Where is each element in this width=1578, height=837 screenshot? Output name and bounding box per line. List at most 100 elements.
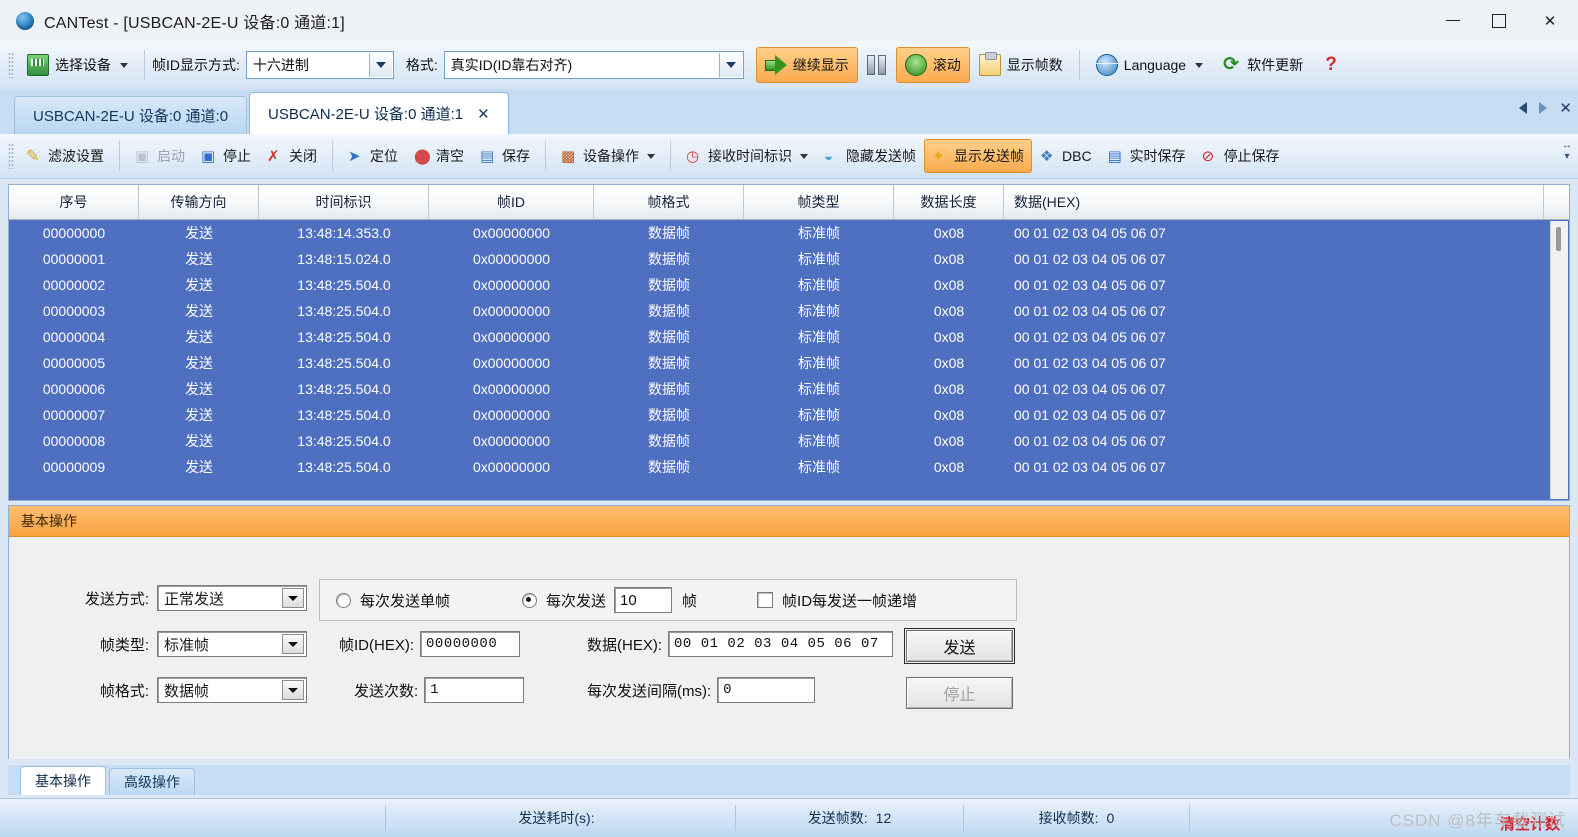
send-mode-dropdown-button[interactable] [282, 588, 304, 608]
frame-type-dropdown-button[interactable] [282, 634, 304, 654]
device-tab-0[interactable]: USBCAN-2E-U 设备:0 通道:0 [14, 96, 248, 134]
language-button[interactable]: Language [1087, 47, 1212, 83]
stop-label: 停止 [223, 148, 251, 164]
stop-send-button[interactable]: 停止 [906, 677, 1013, 709]
send-count-label: 发送次数: [354, 682, 419, 700]
close-button[interactable]: ✕ [1522, 0, 1578, 41]
table-row[interactable]: 00000004 发送 13:48:25.504.0 0x00000000 数据帧 标准帧… [9, 324, 1569, 350]
frame-id-input[interactable]: 00000000 [420, 631, 521, 657]
toolbar-overflow-button[interactable]: ↔ ▾ [1560, 140, 1574, 172]
grid-header-type[interactable]: 帧类型 [744, 185, 894, 219]
channel-toolbar-grip[interactable] [8, 143, 14, 169]
radio-single-frame[interactable]: 每次发送单帧 [336, 590, 450, 611]
table-row[interactable]: 00000002 发送 13:48:25.504.0 0x00000000 数据帧 标准帧… [9, 272, 1569, 298]
frame-id-display-dropdown-button[interactable] [368, 53, 392, 77]
scroll-button[interactable]: 滚动 [895, 47, 970, 83]
minimize-button[interactable] [1430, 0, 1476, 41]
format-select[interactable]: 真实ID(ID靠右对齐) [443, 51, 744, 79]
tab-prev-icon[interactable] [1519, 102, 1528, 114]
table-row[interactable]: 00000005 发送 13:48:25.504.0 0x00000000 数据帧 标准帧… [9, 350, 1569, 376]
locate-button[interactable]: ➤ 定位 [340, 139, 406, 173]
grid-header-dir[interactable]: 传输方向 [139, 185, 259, 219]
frame-grid-header: 序号 传输方向 时间标识 帧ID 帧格式 帧类型 数据长度 数据(HEX) [9, 185, 1569, 220]
table-row[interactable]: 00000000 发送 13:48:14.353.0 0x00000000 数据帧 标准帧… [9, 220, 1569, 246]
tab-next-icon[interactable] [1539, 102, 1548, 114]
send-count-input[interactable]: 1 [424, 677, 525, 703]
frame-type-select[interactable]: 标准帧 [157, 631, 307, 657]
pause-button[interactable] [858, 47, 896, 83]
toolbar-grip[interactable] [8, 52, 14, 78]
grid-header-data[interactable]: 数据(HEX) [1004, 185, 1544, 219]
device-tab-close-icon[interactable]: ✕ [477, 105, 490, 123]
radio-single-icon[interactable] [336, 592, 351, 608]
stop-save-button[interactable]: ⊘ 停止保存 [1194, 139, 1288, 173]
frame-id-display-select[interactable]: 十六进制 [245, 51, 394, 79]
grid-header-time[interactable]: 时间标识 [259, 185, 429, 219]
filter-settings-button[interactable]: ✎ 滤波设置 [18, 139, 112, 173]
chevron-down-icon [800, 153, 808, 159]
continue-display-button[interactable]: 继续显示 [755, 47, 858, 83]
hide-send-frame-button[interactable]: ◒ 隐藏发送帧 [816, 139, 924, 173]
data-hex-input[interactable]: 00 01 02 03 04 05 06 07 [668, 631, 894, 657]
frame-grid-body[interactable]: 00000000 发送 13:48:14.353.0 0x00000000 数据帧 标准帧… [9, 220, 1569, 500]
table-row[interactable]: 00000009 发送 13:48:25.504.0 0x00000000 数据帧 标准帧… [9, 454, 1569, 480]
grid-cell-dir: 发送 [185, 355, 213, 371]
floppy-icon: ▤ [1107, 147, 1122, 165]
save-button[interactable]: ▤ 保存 [472, 139, 538, 173]
frame-type-value: 标准帧 [164, 636, 210, 654]
close-channel-button[interactable]: ✗ 关闭 [259, 139, 325, 173]
grid-header-fmt[interactable]: 帧格式 [594, 185, 744, 219]
radio-multi-icon[interactable] [522, 592, 538, 608]
grid-header-id[interactable]: 帧ID [429, 185, 594, 219]
chevron-down-icon [647, 153, 655, 159]
device-tab-1[interactable]: USBCAN-2E-U 设备:0 通道:1 ✕ [249, 92, 509, 134]
send-time-label: 发送耗时(s): [518, 810, 595, 826]
table-row[interactable]: 00000006 发送 13:48:25.504.0 0x00000000 数据帧 标准帧… [9, 376, 1569, 402]
send-button[interactable]: 发送 [904, 628, 1015, 664]
radio-multi-frame[interactable]: 每次发送 [522, 590, 606, 611]
frame-format-dropdown-button[interactable] [282, 680, 304, 700]
show-send-frame-label: 显示发送帧 [954, 148, 1024, 164]
dbc-button[interactable]: ❖ DBC [1032, 139, 1100, 173]
maximize-icon [1492, 13, 1506, 28]
bottom-tab-0[interactable]: 基本操作 [20, 766, 106, 795]
show-frame-count-button[interactable]: 显示帧数 [970, 47, 1072, 83]
start-button[interactable]: ▣ 启动 [127, 139, 193, 173]
realtime-save-button[interactable]: ▤ 实时保存 [1100, 139, 1194, 173]
multi-count-input[interactable]: 10 [614, 587, 673, 613]
grid-cell-len: 0x08 [933, 303, 965, 319]
select-device-button[interactable]: 选择设备 [18, 47, 137, 83]
grid-header-seq[interactable]: 序号 [9, 185, 139, 219]
clear-button[interactable]: ⬤ 清空 [406, 139, 472, 173]
stop-button[interactable]: ▣ 停止 [193, 139, 259, 173]
grid-cell-type: 标准帧 [798, 303, 840, 319]
table-row[interactable]: 00000008 发送 13:48:25.504.0 0x00000000 数据帧 标准帧… [9, 428, 1569, 454]
send-mode-select[interactable]: 正常发送 [157, 585, 307, 611]
grid-header-len[interactable]: 数据长度 [894, 185, 1004, 219]
clear-count-button[interactable]: 清空计数 [1500, 813, 1560, 834]
device-operation-button[interactable]: ▩ 设备操作 [553, 139, 663, 173]
table-row[interactable]: 00000003 发送 13:48:25.504.0 0x00000000 数据帧 标准帧… [9, 298, 1569, 324]
interval-input[interactable]: 0 [717, 677, 816, 703]
x-icon: ✗ [267, 147, 280, 165]
help-button[interactable]: ? [1312, 47, 1350, 83]
increment-frame-id-checkbox[interactable]: 帧ID每发送一帧递增 [757, 590, 917, 611]
language-label: Language [1123, 57, 1187, 73]
bottom-tab-1[interactable]: 高级操作 [109, 768, 195, 795]
grid-cell-dir: 发送 [185, 433, 213, 449]
table-row[interactable]: 00000007 发送 13:48:25.504.0 0x00000000 数据帧 标准帧… [9, 402, 1569, 428]
receive-time-mark-button[interactable]: ◷ 接收时间标识 [678, 139, 816, 173]
table-row[interactable]: 00000001 发送 13:48:15.024.0 0x00000000 数据帧 标准帧… [9, 246, 1569, 272]
software-update-button[interactable]: ⟳ 软件更新 [1212, 47, 1312, 83]
grid-cell-id: 0x00000000 [472, 329, 551, 345]
frame-format-select[interactable]: 数据帧 [157, 677, 307, 703]
checkbox-icon[interactable] [757, 592, 774, 608]
grid-vertical-scrollbar[interactable] [1550, 221, 1568, 499]
show-send-frame-button[interactable]: ✦ 显示发送帧 [924, 139, 1032, 173]
tab-close-icon[interactable]: ✕ [1559, 99, 1572, 117]
maximize-button[interactable] [1476, 0, 1522, 41]
format-dropdown-button[interactable] [718, 53, 742, 77]
grid-scroll-thumb[interactable] [1556, 227, 1561, 251]
grid-cell-fmt: 数据帧 [648, 433, 690, 449]
send-mode-value: 正常发送 [164, 590, 225, 608]
